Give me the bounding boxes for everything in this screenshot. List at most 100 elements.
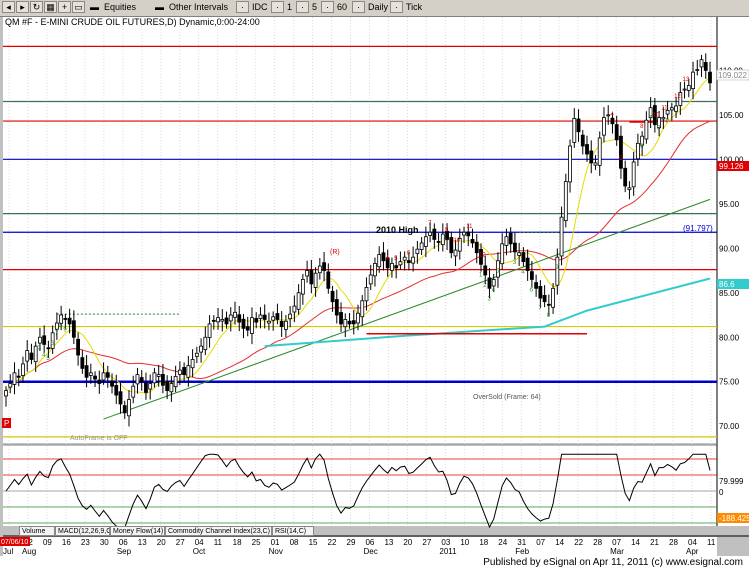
candle-body (487, 277, 492, 289)
x-day-label: 11 (214, 538, 223, 547)
x-day-label: 18 (479, 538, 488, 547)
candle-body (29, 352, 34, 360)
candle-body (203, 336, 208, 351)
candle-body (390, 263, 394, 271)
candle-body (419, 242, 424, 250)
x-month-label: 2011 (439, 547, 457, 556)
candle-body (54, 322, 59, 330)
x-day-label: 14 (631, 538, 640, 547)
x-day-label: 04 (195, 538, 204, 547)
countdown-mark: 12 (674, 94, 681, 100)
candle-body (135, 374, 140, 385)
candle-body (63, 318, 68, 320)
osc-label-80: 79.999 (719, 477, 744, 486)
y-tick-label: 95.00 (719, 200, 740, 209)
candle-body (300, 279, 305, 295)
candle-body (347, 320, 352, 325)
annotation-autoframe: AutoFrame is OFF (70, 435, 128, 442)
candle-body (131, 385, 136, 398)
candle-body (661, 117, 666, 120)
candle-body (224, 317, 229, 325)
candle-body (432, 228, 437, 240)
candle-body (623, 167, 628, 187)
candle-body (682, 88, 687, 91)
x-month-label: Sep (117, 547, 132, 556)
candle-body (576, 118, 581, 133)
candle-body (42, 335, 47, 345)
candle-body (84, 365, 89, 378)
price-label-99: 99.126 (719, 162, 744, 171)
annotation-r: (R) (330, 249, 340, 256)
candle-body (4, 390, 8, 397)
candle-body (199, 345, 203, 353)
candle-body (245, 326, 250, 331)
price-axis (717, 17, 749, 526)
x-day-label: 11 (707, 538, 716, 547)
x-day-label: 31 (517, 538, 526, 547)
x-day-label: 28 (593, 538, 602, 547)
candle-body (16, 375, 21, 378)
tab-volume[interactable]: Volume (19, 526, 55, 536)
candle-body (415, 248, 420, 255)
candle-body (114, 385, 119, 396)
candle-body (33, 345, 38, 363)
candle-body (534, 282, 539, 289)
candle-body (284, 320, 288, 330)
x-day-label: 13 (138, 538, 147, 547)
candle-body (440, 233, 445, 246)
candle-body (513, 242, 517, 253)
candle-body (305, 270, 310, 277)
candle-body (636, 142, 640, 160)
x-day-label: 27 (176, 538, 185, 547)
candle-body (597, 137, 602, 166)
price-panel (3, 17, 717, 444)
candle-body (12, 372, 17, 385)
candle-body (474, 241, 479, 254)
candle-body (483, 265, 488, 276)
candle-body (288, 313, 293, 320)
candle-body (101, 372, 106, 381)
candle-body (105, 372, 110, 378)
x-day-label: 01 (271, 538, 280, 547)
candle-body (267, 320, 271, 324)
y-tick-label: 90.00 (719, 244, 740, 253)
x-day-label: 04 (688, 538, 697, 547)
tab-rsi[interactable]: RSI(14,C) (272, 526, 314, 536)
candle-body (326, 271, 331, 289)
x-day-label: 24 (498, 538, 507, 547)
candle-body (449, 237, 454, 254)
candle-body (118, 391, 123, 405)
candle-body (25, 350, 30, 362)
x-day-label: 21 (650, 538, 659, 547)
tab-macd[interactable]: MACD(12,26,9,C) (55, 526, 110, 536)
candle-body (122, 405, 127, 414)
candle-body (436, 241, 441, 243)
p-badge-label: P (4, 419, 9, 428)
x-month-label: Mar (610, 547, 624, 556)
x-month-label: Nov (269, 547, 283, 556)
tab-cci[interactable]: Commodity Channel Index(23,C) (165, 526, 272, 536)
candle-body (674, 105, 678, 112)
candle-body (466, 231, 471, 237)
candle-body (88, 372, 93, 376)
tab-money-flow[interactable]: Money Flow(14) (110, 526, 165, 536)
candle-body (423, 236, 428, 247)
candle-body (563, 181, 568, 222)
x-day-label: 16 (62, 538, 71, 547)
x-day-label: 15 (309, 538, 318, 547)
candle-body (292, 305, 297, 313)
osc-label-neg: -188.425 (719, 514, 749, 523)
candle-body (339, 312, 343, 325)
x-day-label: 14 (555, 538, 564, 547)
candle-body (411, 256, 416, 264)
x-day-label: 08 (290, 538, 299, 547)
candle-body (568, 145, 572, 183)
candle-body (669, 107, 674, 111)
candle-body (708, 71, 712, 84)
candle-body (500, 243, 505, 265)
x-day-label: 30 (100, 538, 109, 547)
x-day-label: 22 (328, 538, 337, 547)
countdown-mark: 12 (479, 252, 486, 258)
candle-body (211, 319, 216, 322)
candle-body (373, 263, 377, 277)
